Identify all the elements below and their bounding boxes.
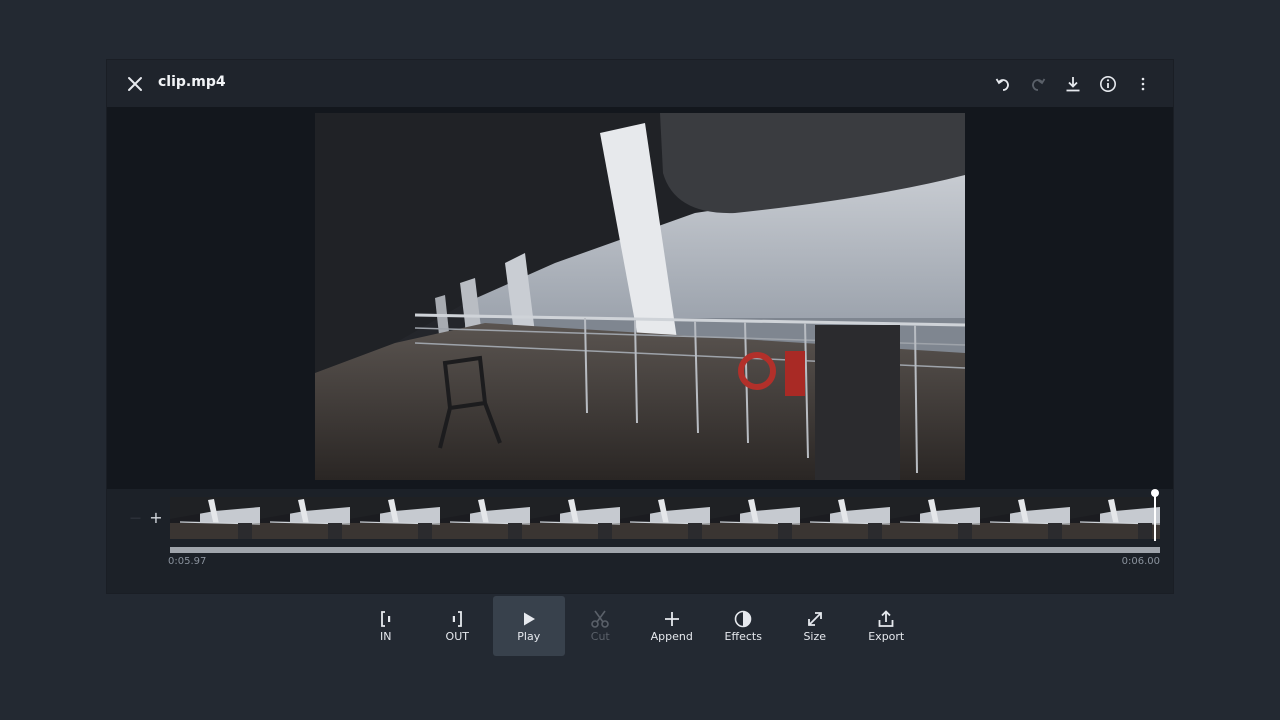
filmstrip-thumbnail	[260, 497, 350, 539]
add-clip-button[interactable]: +	[130, 509, 165, 528]
video-frame-image	[315, 113, 965, 480]
filmstrip-thumbnail	[170, 497, 260, 539]
set-out-button[interactable]: OUT	[422, 596, 494, 656]
size-button[interactable]: Size	[779, 596, 851, 656]
bottom-toolbar: IN OUT Play Cut Append Effects Size Expo…	[350, 596, 922, 657]
filmstrip-thumbnail	[890, 497, 980, 539]
filmstrip-thumbnail	[350, 497, 440, 539]
time-start: 0:05.97	[168, 556, 207, 567]
filmstrip-thumbnail	[440, 497, 530, 539]
tool-label: Append	[650, 630, 693, 643]
download-icon	[1066, 77, 1080, 92]
tool-label: Export	[868, 630, 905, 643]
undo-icon	[995, 78, 1009, 91]
tool-label: Cut	[590, 630, 610, 643]
title-bar: clip.mp4	[107, 60, 1173, 107]
filmstrip-thumbnail	[530, 497, 620, 539]
redo-button[interactable]	[1026, 72, 1050, 96]
info-button[interactable]	[1096, 72, 1120, 96]
info-icon	[1100, 76, 1116, 92]
video-preview[interactable]	[315, 113, 965, 480]
bracket-out-icon	[446, 608, 468, 630]
resize-icon	[804, 608, 826, 630]
tool-label: Size	[803, 630, 827, 643]
audio-waveform	[170, 543, 1160, 553]
filmstrip-thumbnail	[1070, 497, 1160, 539]
more-button[interactable]	[1131, 72, 1155, 96]
bracket-in-icon	[375, 608, 397, 630]
close-button[interactable]	[123, 72, 147, 96]
play-button[interactable]: Play	[493, 596, 565, 656]
tool-label: Play	[517, 630, 541, 643]
tool-label: IN	[380, 630, 392, 643]
export-button[interactable]: Export	[851, 596, 923, 656]
tool-label: Effects	[724, 630, 762, 643]
cut-button[interactable]: Cut	[565, 596, 637, 656]
file-title: clip.mp4	[158, 74, 226, 90]
filmstrip[interactable]	[170, 497, 1160, 539]
filmstrip-thumbnail	[980, 497, 1070, 539]
filmstrip-thumbnail	[800, 497, 890, 539]
append-button[interactable]: Append	[636, 596, 708, 656]
share-export-icon	[875, 608, 897, 630]
plus-icon	[661, 608, 683, 630]
playhead[interactable]	[1151, 489, 1159, 541]
filmstrip-thumbnail	[710, 497, 800, 539]
more-vert-icon	[1141, 77, 1145, 91]
filmstrip-thumbnail	[620, 497, 710, 539]
effects-button[interactable]: Effects	[708, 596, 780, 656]
time-end: 0:06.00	[1121, 556, 1160, 567]
set-in-button[interactable]: IN	[350, 596, 422, 656]
editor-window: clip.mp4 — + 0:05.97 0:06.00	[107, 60, 1173, 593]
scissors-icon	[589, 608, 611, 630]
close-icon	[128, 77, 142, 91]
download-button[interactable]	[1061, 72, 1085, 96]
tool-label: OUT	[445, 630, 469, 643]
contrast-icon	[732, 608, 754, 630]
video-viewer[interactable]	[107, 107, 1173, 489]
redo-icon	[1032, 78, 1046, 91]
play-icon	[518, 608, 540, 630]
timeline: + 0:05.97 0:06.00	[107, 489, 1173, 593]
undo-button[interactable]	[991, 72, 1015, 96]
